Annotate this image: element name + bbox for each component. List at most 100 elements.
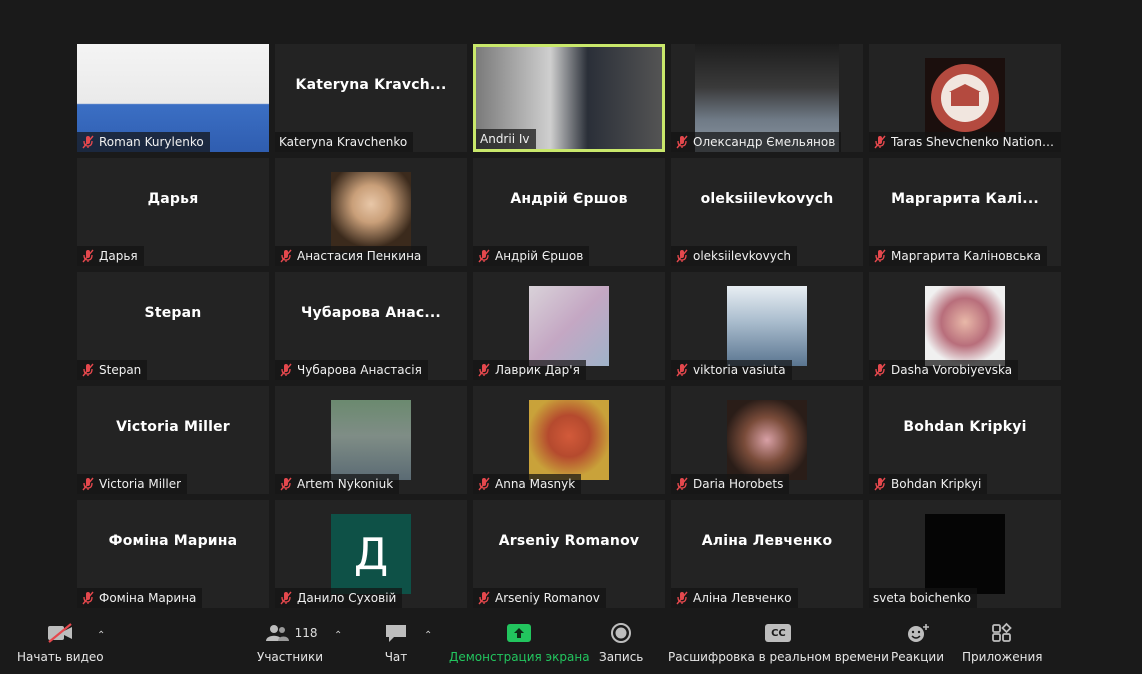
participant-tile[interactable]: Kateryna Kravch... Kateryna Kravchenko (275, 44, 467, 152)
participant-tile[interactable]: Anna Masnyk (473, 386, 665, 494)
participant-name: Данило Суховій (297, 591, 397, 605)
participant-tile[interactable]: Маргарита Калі... Маргарита Каліновська (869, 158, 1061, 266)
record-button[interactable]: Запись (599, 620, 643, 664)
participant-name-tag: Kateryna Kravchenko (275, 132, 414, 152)
participant-name: Аліна Левченко (693, 591, 792, 605)
participant-display-name: oleksiilevkovych (700, 191, 834, 207)
mic-muted-icon (81, 363, 95, 377)
chat-button[interactable]: Чат (383, 620, 409, 664)
share-screen-button[interactable]: Демонстрация экрана (449, 620, 590, 664)
participant-name: Маргарита Каліновська (891, 249, 1041, 263)
participant-display-name: Фоміна Марина (108, 533, 238, 549)
participant-avatar (925, 286, 1005, 366)
mic-muted-icon (675, 249, 689, 263)
participant-tile[interactable]: viktoria vasiuta (671, 272, 863, 380)
participant-name: Victoria Miller (99, 477, 182, 491)
mic-muted-icon (81, 477, 95, 491)
participant-name: oleksiilevkovych (693, 249, 792, 263)
share-screen-label: Демонстрация экрана (449, 650, 590, 664)
participant-tile[interactable]: Dasha Vorobiyevska (869, 272, 1061, 380)
participant-name-tag: Данило Суховій (275, 588, 403, 608)
participant-tile[interactable]: Анастасия Пенкина (275, 158, 467, 266)
participant-name: Arseniy Romanov (495, 591, 600, 605)
participant-name: Фоміна Марина (99, 591, 197, 605)
participant-name-tag: Дарья (77, 246, 144, 266)
participant-name-tag: Victoria Miller (77, 474, 188, 494)
participant-name: Daria Horobets (693, 477, 784, 491)
mic-muted-icon (675, 363, 689, 377)
participant-letter-avatar: Д (331, 514, 411, 594)
reactions-icon (905, 620, 931, 646)
mic-muted-icon (279, 363, 293, 377)
start-video-label: Начать видео (17, 650, 104, 664)
apps-button[interactable]: Приложения (962, 620, 1043, 664)
participant-tile[interactable]: oleksiilevkovych oleksiilevkovych (671, 158, 863, 266)
participant-name: viktoria vasiuta (693, 363, 786, 377)
participant-tile[interactable]: Victoria Miller Victoria Miller (77, 386, 269, 494)
participant-display-name: Аліна Левченко (701, 533, 833, 549)
participant-tile[interactable]: sveta boichenko (869, 500, 1061, 608)
participant-display-name: Victoria Miller (116, 419, 230, 435)
participants-button[interactable]: 118 Участники (257, 620, 323, 664)
participant-tile[interactable]: Лаврик Дар'я (473, 272, 665, 380)
participant-avatar (529, 400, 609, 480)
mic-muted-icon (81, 249, 95, 263)
participant-tile[interactable]: Roman Kurylenko (77, 44, 269, 152)
participant-name-tag: Маргарита Каліновська (869, 246, 1047, 266)
live-transcript-label: Расшифровка в реальном времени (668, 650, 889, 664)
live-transcript-button[interactable]: CC Расшифровка в реальном времени (668, 620, 889, 664)
participant-name-tag: Daria Horobets (671, 474, 790, 494)
participant-avatar (925, 514, 1005, 594)
mic-muted-icon (279, 591, 293, 605)
participant-tile[interactable]: Аліна Левченко Аліна Левченко (671, 500, 863, 608)
participant-name-tag: Andrii Iv (476, 129, 536, 149)
reactions-button[interactable]: Реакции (891, 620, 944, 664)
university-seal-icon (925, 58, 1005, 138)
participant-name-tag: Олександр Ємельянов (671, 132, 842, 152)
participant-tile[interactable]: Daria Horobets (671, 386, 863, 494)
participant-tile[interactable]: Олександр Ємельянов (671, 44, 863, 152)
chat-icon (383, 620, 409, 646)
video-off-icon (46, 620, 74, 646)
captions-icon: CC (765, 624, 792, 642)
participants-options-caret[interactable]: ⌃ (334, 630, 342, 641)
chat-options-caret[interactable]: ⌃ (424, 630, 432, 641)
participant-tile[interactable]: Andrii Iv (473, 44, 665, 152)
participant-name: Kateryna Kravchenko (279, 135, 408, 149)
mic-muted-icon (279, 249, 293, 263)
reactions-label: Реакции (891, 650, 944, 664)
mic-muted-icon (279, 477, 293, 491)
start-video-button[interactable]: Начать видео (17, 620, 104, 664)
video-options-caret[interactable]: ⌃ (97, 630, 105, 641)
chat-label: Чат (384, 650, 408, 664)
participant-name: Andrii Iv (480, 132, 530, 146)
participant-name-tag: Stepan (77, 360, 148, 380)
participant-tile[interactable]: Bohdan Kripkyi Bohdan Kripkyi (869, 386, 1061, 494)
participant-tile[interactable]: Фоміна Марина Фоміна Марина (77, 500, 269, 608)
participant-name: Лаврик Дар'я (495, 363, 580, 377)
participant-name-tag: viktoria vasiuta (671, 360, 792, 380)
participants-icon (265, 625, 289, 641)
participant-tile[interactable]: Artem Nykoniuk (275, 386, 467, 494)
participant-display-name: Arseniy Romanov (498, 533, 640, 549)
record-label: Запись (599, 650, 644, 664)
apps-label: Приложения (962, 650, 1043, 664)
participant-name-tag: Андрій Єршов (473, 246, 590, 266)
mic-muted-icon (477, 363, 491, 377)
participant-tile[interactable]: Д Данило Суховій (275, 500, 467, 608)
participant-tile[interactable]: Stepan Stepan (77, 272, 269, 380)
participant-tile[interactable]: Андрій Єршов Андрій Єршов (473, 158, 665, 266)
participant-tile[interactable]: Чубарова Анас... Чубарова Анастасія (275, 272, 467, 380)
mic-muted-icon (675, 135, 689, 149)
participant-name-tag: Taras Shevchenko National... (869, 132, 1061, 152)
participant-name: Дарья (99, 249, 138, 263)
participant-tile[interactable]: Arseniy Romanov Arseniy Romanov (473, 500, 665, 608)
participant-display-name: Stepan (144, 305, 202, 321)
participant-tile[interactable]: Taras Shevchenko National... (869, 44, 1061, 152)
participant-name: Анастасия Пенкина (297, 249, 422, 263)
participant-tile[interactable]: Дарья Дарья (77, 158, 269, 266)
participant-name: Roman Kurylenko (99, 135, 204, 149)
participant-avatar (727, 286, 807, 366)
mic-muted-icon (873, 363, 887, 377)
participant-name: Dasha Vorobiyevska (891, 363, 1013, 377)
